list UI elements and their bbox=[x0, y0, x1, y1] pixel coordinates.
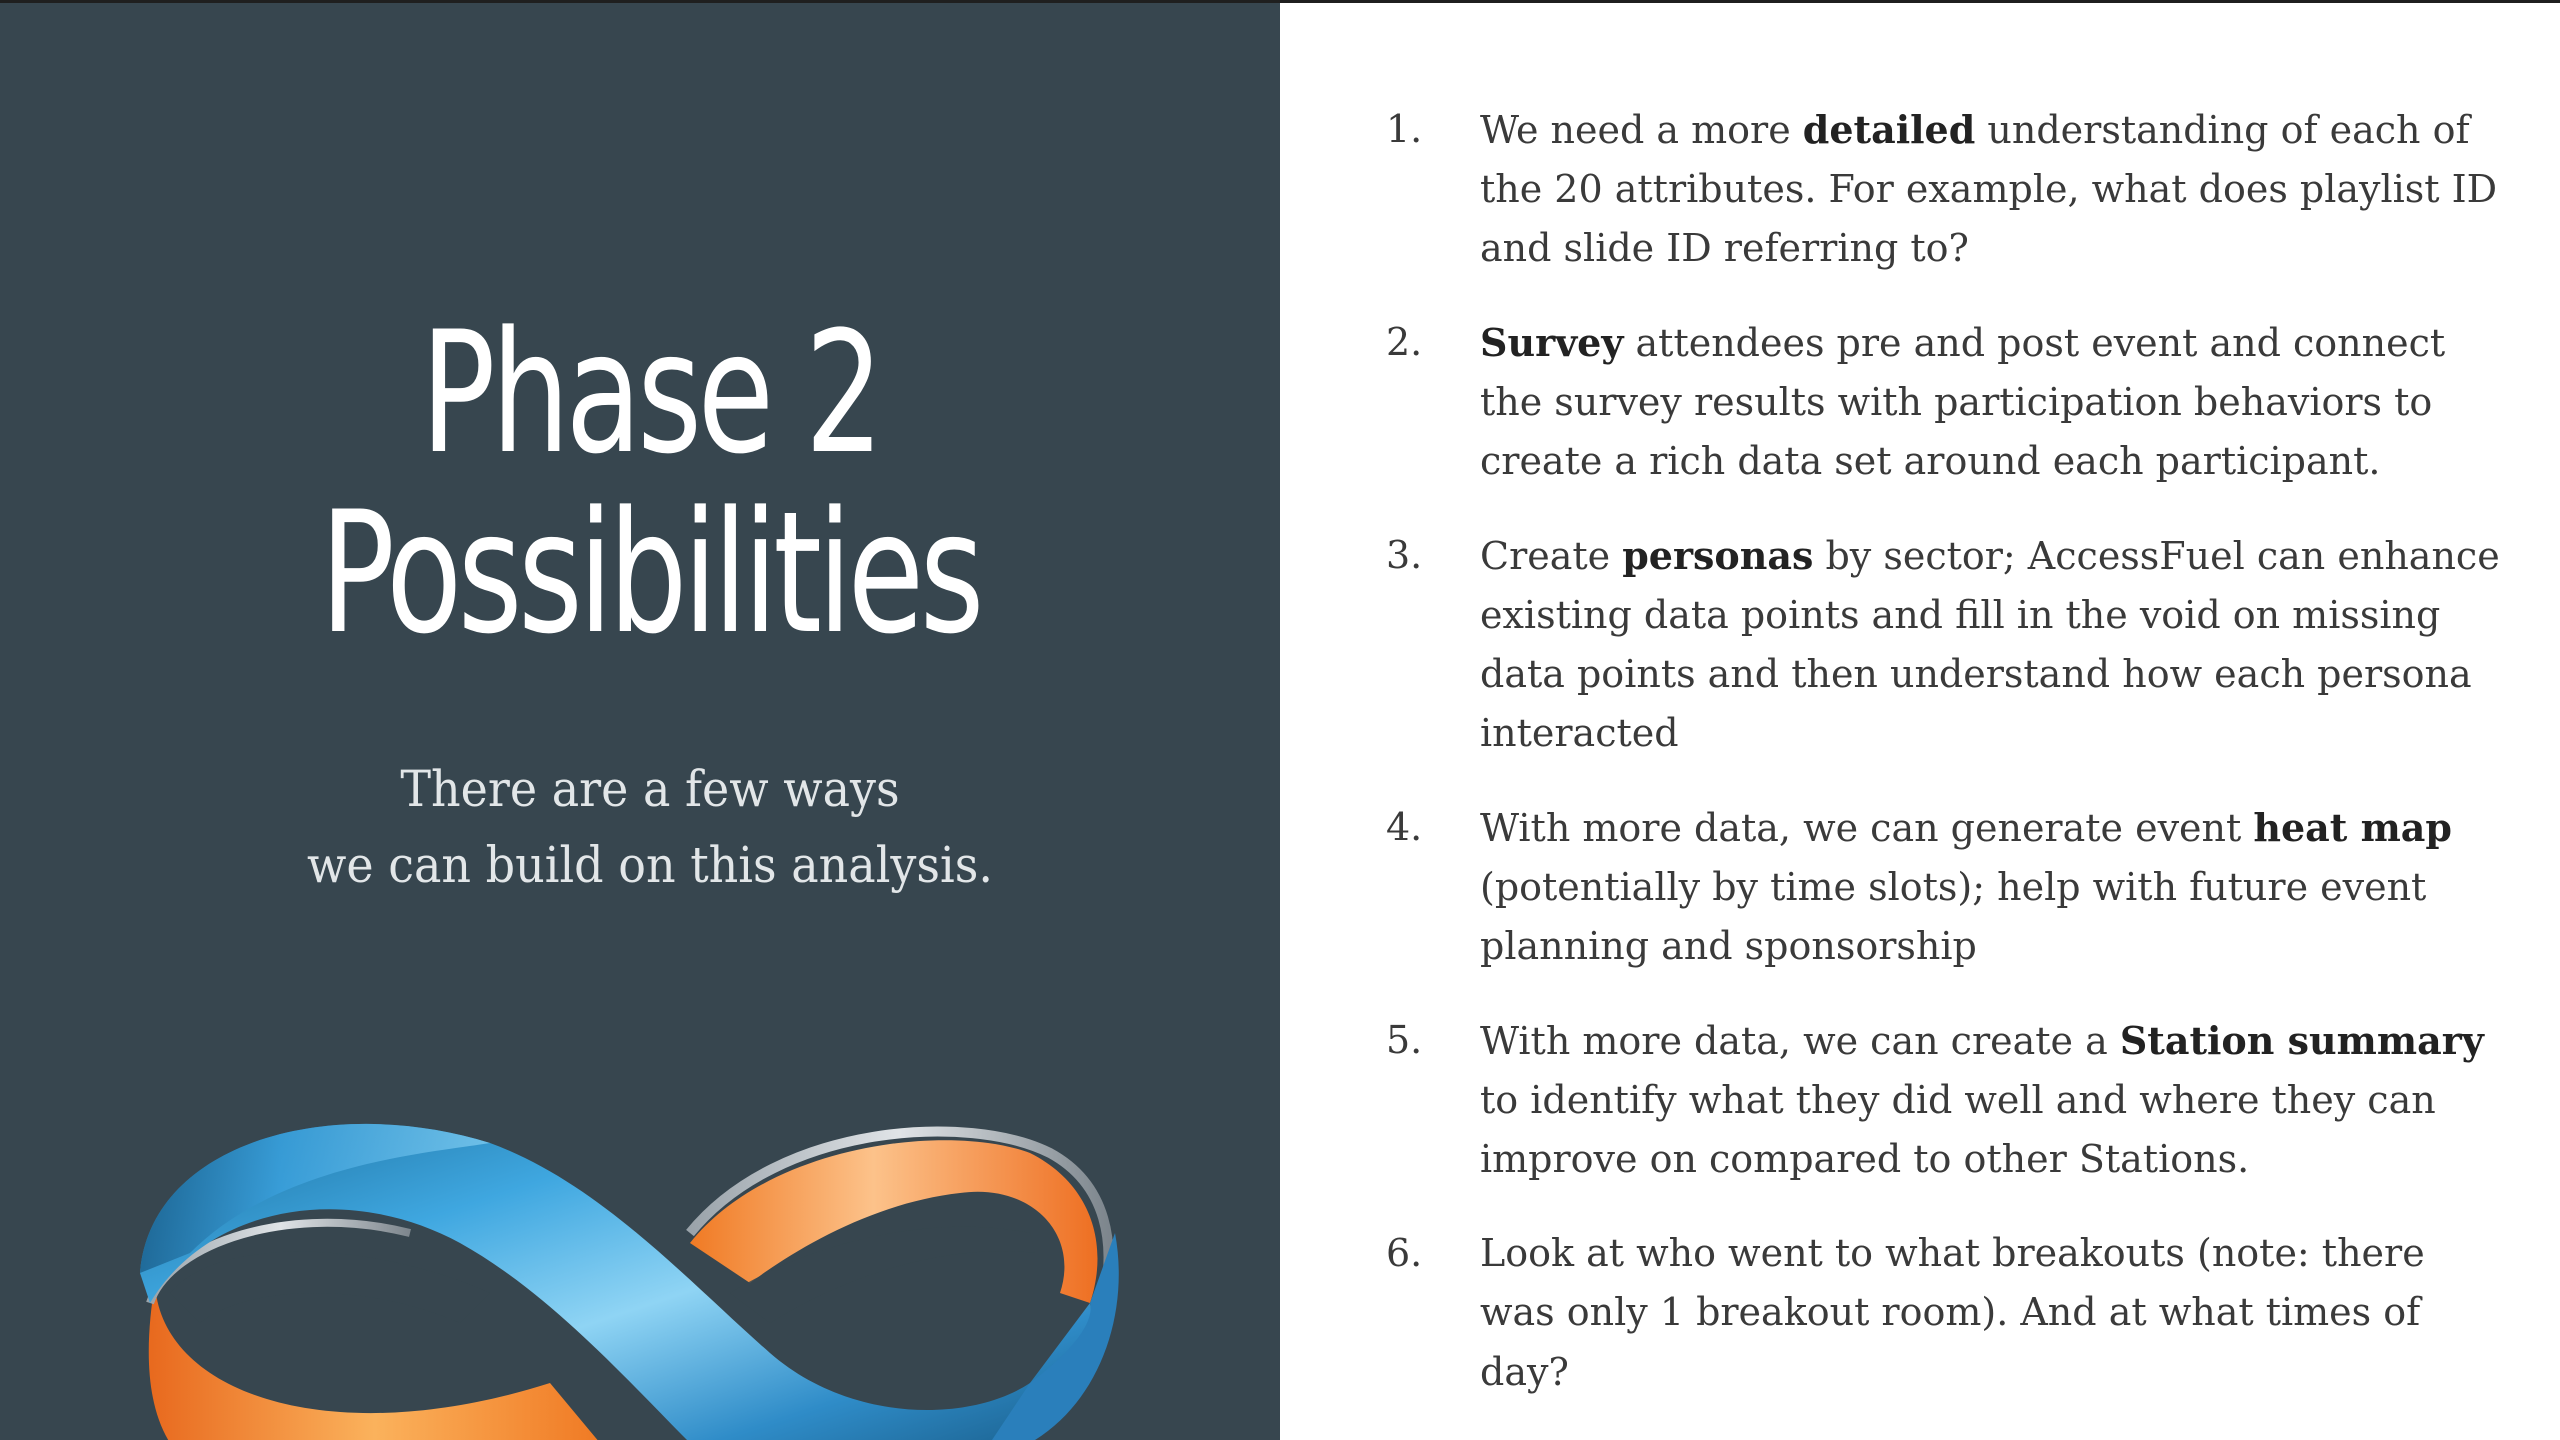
list-item-text-post: attendees pre and post event and connect… bbox=[1480, 321, 2446, 483]
list-item-number: 4. bbox=[1386, 805, 1423, 849]
list-item-number: 6. bbox=[1386, 1231, 1423, 1275]
list-item-keyword: Survey bbox=[1480, 320, 1624, 365]
list-item: 1. We need a more detailed understanding… bbox=[1380, 100, 2500, 278]
list-item-number: 3. bbox=[1386, 533, 1423, 577]
subtitle-line-1: There are a few ways bbox=[400, 760, 900, 818]
list-item-text-pre: With more data, we can create a bbox=[1480, 1019, 2120, 1063]
slide-subtitle: There are a few ways we can build on thi… bbox=[52, 751, 1248, 903]
title-panel: Phase 2 Possibilities There are a few wa… bbox=[0, 3, 1280, 1440]
title-line-2: Possibilities bbox=[319, 475, 984, 671]
list-item-text-post: to identify what they did well and where… bbox=[1480, 1078, 2436, 1181]
list-item-text-pre: With more data, we can generate event bbox=[1480, 806, 2254, 850]
list-item: 3. Create personas by sector; AccessFuel… bbox=[1380, 526, 2500, 763]
list-item-text-pre: Look at who went to what breakouts (note… bbox=[1480, 1231, 2425, 1394]
list-item-keyword: detailed bbox=[1802, 107, 1976, 152]
list-item-text-pre: We need a more bbox=[1480, 108, 1803, 152]
list-item-keyword: personas bbox=[1622, 533, 1814, 578]
list-item: 4. With more data, we can generate event… bbox=[1380, 798, 2500, 976]
slide: Phase 2 Possibilities There are a few wa… bbox=[0, 0, 2560, 1440]
list-item-number: 1. bbox=[1386, 107, 1423, 151]
list-item-number: 5. bbox=[1386, 1018, 1423, 1062]
list-item: 6. Look at who went to what breakouts (n… bbox=[1380, 1224, 2500, 1402]
list-item: 2. Survey attendees pre and post event a… bbox=[1380, 313, 2500, 491]
title-line-1: Phase 2 bbox=[420, 295, 884, 491]
list-item-number: 2. bbox=[1386, 320, 1423, 364]
infinity-ribbon-icon bbox=[140, 1123, 1119, 1440]
list-item-text-post: (potentially by time slots); help with f… bbox=[1480, 865, 2427, 968]
list-item-text-pre: Create bbox=[1480, 534, 1623, 578]
list-item-keyword: Station summary bbox=[2119, 1018, 2484, 1063]
slide-title: Phase 2 Possibilities bbox=[169, 303, 1131, 663]
possibilities-list: 1. We need a more detailed understanding… bbox=[1380, 100, 2500, 1437]
list-item: 5. With more data, we can create a Stati… bbox=[1380, 1011, 2500, 1189]
list-item-keyword: heat map bbox=[2253, 805, 2452, 850]
subtitle-line-2: we can build on this analysis. bbox=[307, 836, 993, 894]
